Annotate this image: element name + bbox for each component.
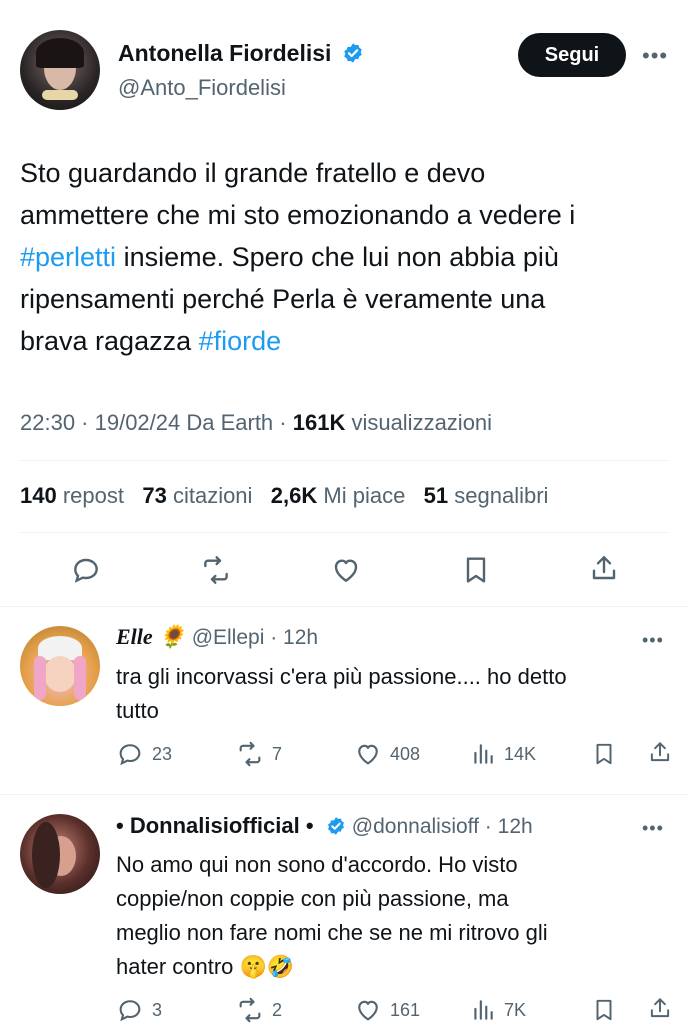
tweet-stats: 140 repost 73 citazioni 2,6K Mi piace 51…: [20, 483, 548, 509]
repost-icon[interactable]: [196, 550, 236, 590]
tweet-timestamp[interactable]: 22:30 · 19/02/24 Da Earth ·: [20, 410, 293, 435]
author-name[interactable]: Antonella Fiordelisi: [118, 40, 331, 66]
likes-stat[interactable]: 2,6K Mi piace: [271, 483, 406, 508]
divider: [20, 532, 668, 533]
repost-icon: [239, 741, 261, 767]
like-button[interactable]: 408: [354, 740, 420, 768]
reply-text-line: tra gli incorvassi c'era più passione...…: [116, 664, 567, 689]
reply-avatar[interactable]: [20, 814, 100, 894]
reply-text-line: tutto: [116, 698, 159, 723]
views-count: 7K: [504, 999, 527, 1020]
reply-avatar[interactable]: [20, 626, 100, 706]
reply-text-line: hater contro 🤫🤣: [116, 954, 295, 979]
reply-author-name[interactable]: • Donnalisiofficial •: [116, 813, 314, 838]
reply-count: 3: [152, 999, 163, 1020]
reply-text-line: meglio non fare nomi che se ne mi ritrov…: [116, 920, 548, 945]
views-label: visualizzazioni: [345, 410, 493, 435]
author-handle[interactable]: @Anto_Fiordelisi: [118, 75, 286, 101]
like-icon: [358, 1000, 378, 1021]
reply-icon: [119, 1000, 141, 1022]
more-options-icon[interactable]: •••: [642, 818, 664, 839]
hashtag-link[interactable]: #perletti: [20, 242, 116, 272]
bookmark-icon[interactable]: [590, 996, 618, 1024]
reply-button[interactable]: 23: [116, 740, 172, 768]
reply-text-line: coppie/non coppie con più passione, ma: [116, 886, 509, 911]
bookmark-icon[interactable]: [590, 740, 618, 768]
bookmarks-stat[interactable]: 51 segnalibri: [424, 483, 549, 508]
like-count: 408: [390, 743, 421, 764]
verified-badge-icon: [344, 43, 362, 63]
tweet-meta: 22:30 · 19/02/24 Da Earth · 161K visuali…: [20, 410, 492, 436]
like-icon: [358, 744, 378, 765]
like-count: 161: [390, 999, 421, 1020]
views-button[interactable]: 7K: [470, 996, 526, 1024]
more-options-icon[interactable]: •••: [642, 43, 668, 69]
divider: [0, 606, 688, 607]
reply-count: 23: [152, 743, 173, 764]
reply-text-line: No amo qui non sono d'accordo. Ho visto: [116, 852, 518, 877]
verified-badge-icon: [327, 817, 344, 835]
tweet-text-line: ammettere che mi sto emozionando a veder…: [20, 200, 576, 230]
reply-author-handle[interactable]: @Ellepi · 12h: [192, 626, 318, 649]
repost-icon: [239, 997, 261, 1023]
share-icon[interactable]: [646, 994, 674, 1022]
reposts-stat[interactable]: 140 repost: [20, 483, 124, 508]
repost-count: 2: [272, 999, 283, 1020]
repost-button[interactable]: 2: [236, 996, 282, 1024]
views-button[interactable]: 14K: [470, 740, 536, 768]
tweet-text-line: brava ragazza: [20, 326, 199, 356]
views-count: 14K: [504, 743, 537, 764]
divider: [0, 794, 688, 795]
hashtag-link[interactable]: #fiorde: [199, 326, 282, 356]
reply-button[interactable]: 3: [116, 996, 162, 1024]
tweet-text-line: ripensamenti perché Perla è veramente un…: [20, 284, 546, 314]
reply-author-handle[interactable]: @donnalisioff · 12h: [352, 815, 533, 838]
quotes-stat[interactable]: 73 citazioni: [142, 483, 252, 508]
like-icon[interactable]: [326, 550, 366, 590]
tweet-text-line: insieme. Spero che lui non abbia più: [116, 242, 559, 272]
like-button[interactable]: 161: [354, 996, 420, 1024]
repost-count: 7: [272, 743, 283, 764]
reply-author-name[interactable]: Elle 🌻: [116, 624, 186, 649]
reply-icon: [119, 744, 141, 766]
views-icon: [474, 744, 493, 764]
author-avatar[interactable]: [20, 30, 100, 110]
views-count: 161K: [292, 410, 346, 435]
more-options-icon[interactable]: •••: [642, 630, 664, 651]
bookmark-icon[interactable]: [456, 550, 496, 590]
share-icon[interactable]: [646, 738, 674, 766]
repost-button[interactable]: 7: [236, 740, 282, 768]
reply-icon[interactable]: [66, 550, 106, 590]
follow-button[interactable]: Segui: [518, 33, 626, 77]
divider: [20, 460, 668, 461]
share-icon[interactable]: [584, 548, 624, 588]
views-icon: [474, 1000, 493, 1020]
tweet-text-line: Sto guardando il grande fratello e devo: [20, 158, 486, 188]
